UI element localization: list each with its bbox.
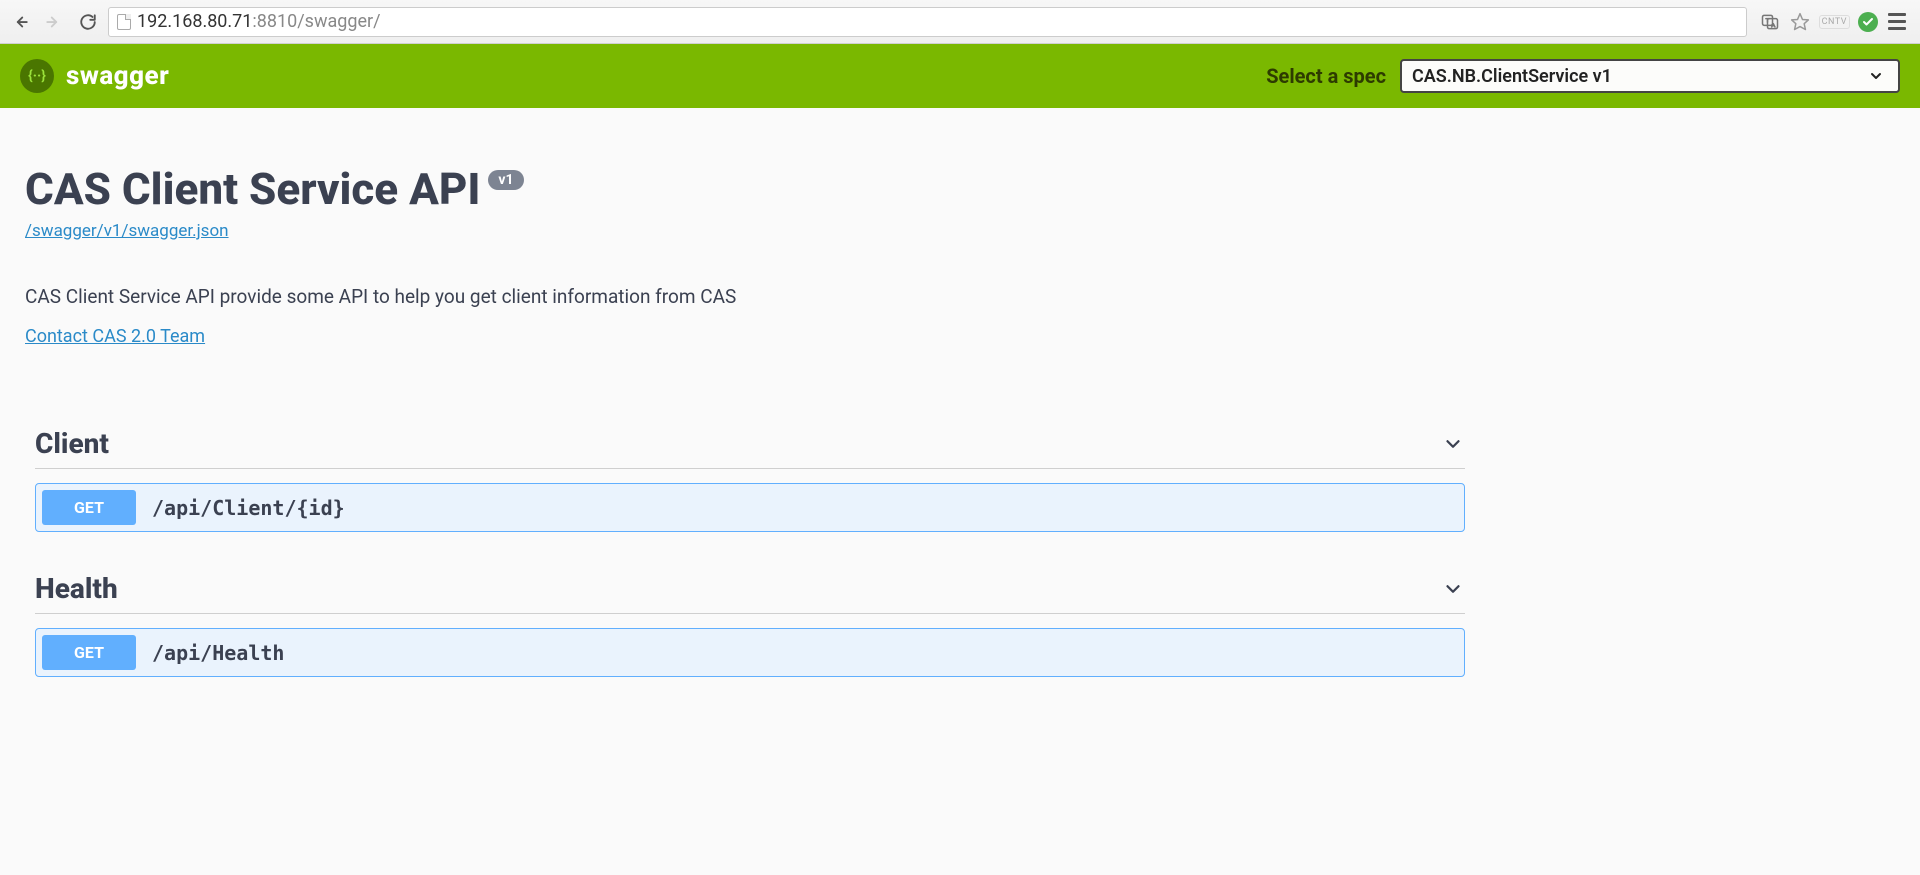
swagger-logo-icon: {··} [20, 59, 54, 93]
translate-icon[interactable] [1759, 11, 1781, 33]
spec-label: Select a spec [1266, 64, 1386, 88]
url-text: 192.168.80.71:8810/swagger/ [137, 11, 381, 32]
contact-link[interactable]: Contact CAS 2.0 Team [25, 326, 1475, 347]
chevron-down-icon [1864, 64, 1888, 88]
browser-right-icons: CNTV [1753, 11, 1914, 33]
operation-path: /api/Health [152, 641, 284, 665]
http-method-badge: GET [42, 490, 136, 525]
status-ok-icon[interactable] [1858, 12, 1878, 32]
http-method-badge: GET [42, 635, 136, 670]
chevron-down-icon [1441, 577, 1465, 601]
forward-button[interactable] [40, 8, 68, 36]
version-badge: v1 [488, 170, 523, 190]
operation-get-health[interactable]: GET /api/Health [35, 628, 1465, 677]
brand: {··} swagger [20, 59, 169, 93]
main-content: CAS Client Service API v1 /swagger/v1/sw… [0, 108, 1500, 737]
tag-header[interactable]: Client [35, 427, 1465, 469]
swagger-topbar: {··} swagger Select a spec CAS.NB.Client… [0, 44, 1920, 108]
browser-menu-button[interactable] [1886, 11, 1908, 33]
spec-selected-value: CAS.NB.ClientService v1 [1412, 66, 1612, 87]
api-description: CAS Client Service API provide some API … [25, 285, 1475, 308]
spec-selector: Select a spec CAS.NB.ClientService v1 [1266, 59, 1900, 93]
tag-name: Health [35, 572, 118, 605]
tag-section-health: Health GET /api/Health [25, 572, 1475, 677]
page-info-icon [117, 14, 131, 30]
operation-path: /api/Client/{id} [152, 496, 345, 520]
bookmark-icon[interactable] [1789, 11, 1811, 33]
swagger-json-link[interactable]: /swagger/v1/swagger.json [25, 221, 1475, 241]
spec-select[interactable]: CAS.NB.ClientService v1 [1400, 59, 1900, 93]
address-bar[interactable]: 192.168.80.71:8810/swagger/ [108, 7, 1747, 37]
api-title: CAS Client Service API [25, 163, 480, 215]
brand-name: swagger [66, 61, 169, 91]
extension-badge[interactable]: CNTV [1819, 15, 1850, 29]
reload-button[interactable] [74, 8, 102, 36]
browser-toolbar: 192.168.80.71:8810/swagger/ CNTV [0, 0, 1920, 44]
back-button[interactable] [6, 8, 34, 36]
tag-section-client: Client GET /api/Client/{id} [25, 427, 1475, 532]
page-viewport[interactable]: {··} swagger Select a spec CAS.NB.Client… [0, 44, 1920, 875]
chevron-down-icon [1441, 432, 1465, 456]
tag-name: Client [35, 427, 109, 460]
operation-get-client-by-id[interactable]: GET /api/Client/{id} [35, 483, 1465, 532]
tag-header[interactable]: Health [35, 572, 1465, 614]
